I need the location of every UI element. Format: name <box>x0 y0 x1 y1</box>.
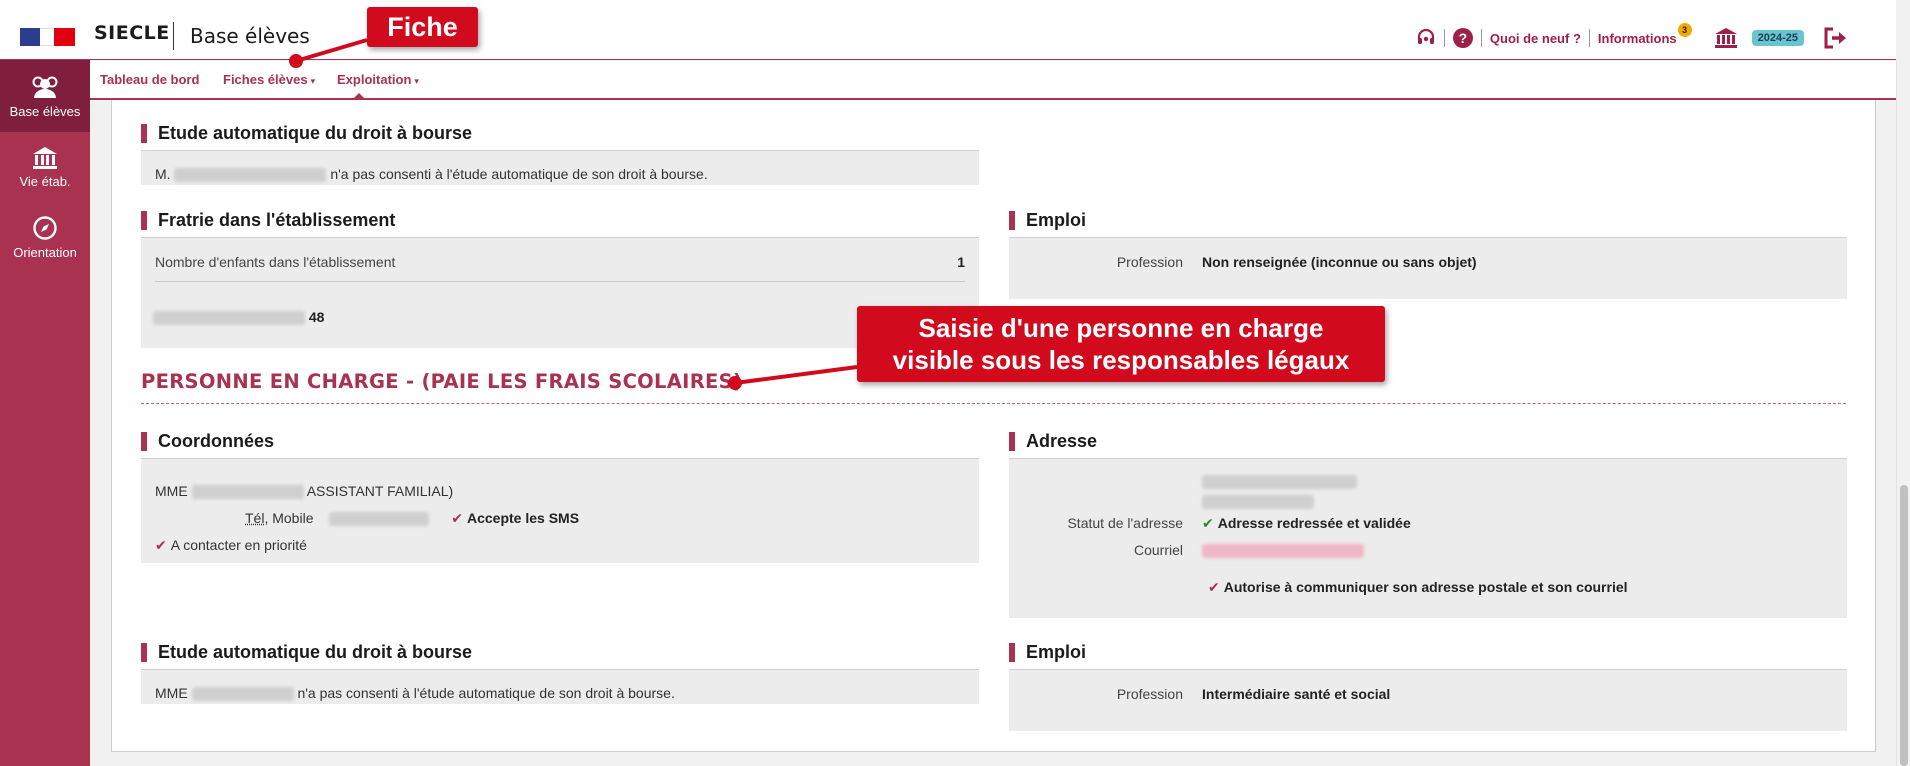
sidebar-item-label: Orientation <box>13 244 77 260</box>
tool-separator <box>1443 29 1445 47</box>
redacted-address-line <box>1202 475 1357 489</box>
check-icon: ✔ <box>1202 515 1214 531</box>
adresse-title: Adresse <box>1009 430 1097 452</box>
student-bourse-title: Etude automatique du droit à bourse <box>141 122 472 144</box>
autorise-text: Autorise à communiquer son adresse posta… <box>1223 579 1628 595</box>
sidebar-item-orientation[interactable]: Orientation <box>0 202 90 272</box>
nav-label: Fiches élèves <box>223 72 308 87</box>
tel-label: , Mobile <box>264 510 314 526</box>
help-icon[interactable]: ? <box>1452 28 1473 48</box>
page-scrollbar[interactable] <box>1896 60 1910 766</box>
personne-profession-value: Intermédiaire santé et social <box>1202 686 1391 702</box>
fratrie-panel: Nombre d'enfants dans l'établissement 1 … <box>141 237 979 348</box>
app-name: SIECLE <box>94 22 170 44</box>
student-bourse-text: n'a pas consenti à l'étude automatique d… <box>330 166 708 182</box>
nav-exploitation[interactable]: Exploitation ▾ <box>337 72 419 87</box>
personne-role: ASSISTANT FAMILIAL) <box>306 483 454 499</box>
student-emploi-title: Emploi <box>1009 209 1086 231</box>
active-nav-indicator <box>352 93 366 100</box>
student-emploi-panel: Profession Non renseignée (inconnue ou s… <box>1009 237 1847 299</box>
check-icon: ✔ <box>155 537 167 553</box>
fratrie-label: Nombre d'enfants dans l'établissement <box>155 254 396 270</box>
coordonnees-panel: MME ASSISTANT FAMILIAL) Tél, Mobile ✔ Acc… <box>141 458 979 563</box>
top-header: SIECLE Base élèves ? Quoi de neuf ? Info… <box>0 0 1896 60</box>
sms-consent: Accepte les SMS <box>467 510 580 526</box>
personne-annotation: Saisie d'une personne en charge visible … <box>857 306 1385 382</box>
sidebar-item-base-eleves[interactable]: Base élèves <box>0 60 90 132</box>
nav-tableau-de-bord[interactable]: Tableau de bord <box>100 72 199 87</box>
scrollbar-thumb[interactable] <box>1900 485 1908 766</box>
institution-icon[interactable] <box>1714 27 1738 49</box>
left-sidebar: Base élèves Vie étab. Orientation <box>0 60 90 766</box>
informations-count-badge: 3 <box>1677 23 1692 37</box>
tool-separator <box>1588 29 1590 47</box>
caret-down-icon: ▾ <box>310 76 316 86</box>
personne-profession-label: Profession <box>1116 686 1183 702</box>
school-year-badge[interactable]: 2024-25 <box>1751 30 1804 46</box>
redacted-address-line <box>1202 495 1314 509</box>
compass-icon <box>33 215 57 240</box>
personne-en-charge-heading: PERSONNE EN CHARGE - (PAIE LES FRAIS SCO… <box>141 370 743 393</box>
divider <box>155 281 965 282</box>
secondary-nav: Tableau de bord Fiches élèves ▾ Exploitat… <box>90 61 1896 100</box>
coordonnees-title: Coordonnées <box>141 430 274 452</box>
nav-label: Exploitation <box>337 72 412 87</box>
annotation-line: visible sous les responsables légaux <box>892 345 1350 375</box>
fiche-annotation: Fiche <box>367 7 478 47</box>
profession-label: Profession <box>1116 254 1183 270</box>
informations-link[interactable]: Informations <box>1598 31 1677 46</box>
redacted-phone <box>329 512 430 527</box>
institution-icon <box>33 146 57 169</box>
header-tools: ? Quoi de neuf ? Informations 3 2024-25 <box>1416 23 1896 52</box>
redacted-student-name <box>174 168 327 183</box>
module-name: Base élèves <box>190 24 310 48</box>
personne-civilite: MME <box>155 483 188 499</box>
statut-value: Adresse redressée et validée <box>1217 515 1411 531</box>
header-divider <box>173 22 174 50</box>
annotation-line: Saisie d'une personne en charge <box>918 313 1324 343</box>
redacted-sibling-name <box>153 311 305 326</box>
student-bourse-panel: M. n'a pas consenti à l'étude automatiqu… <box>141 150 979 185</box>
personne-bourse-text: n'a pas consenti à l'étude automatique d… <box>297 685 675 701</box>
priorite-text: A contacter en priorité <box>170 537 307 553</box>
profession-value: Non renseignée (inconnue ou sans objet) <box>1202 254 1477 270</box>
users-icon <box>32 76 58 98</box>
republique-flag-logo <box>20 28 75 46</box>
redacted-personne-name <box>191 687 294 702</box>
personne-emploi-panel: Profession Intermédiaire santé et social <box>1009 669 1847 731</box>
personne-bourse-panel: MME n'a pas consenti à l'étude automatiq… <box>141 669 979 704</box>
sidebar-item-vie-etab[interactable]: Vie étab. <box>0 132 90 202</box>
personne-emploi-title: Emploi <box>1009 641 1086 663</box>
student-civilite: M. <box>155 166 171 182</box>
check-icon: ✔ <box>451 510 463 526</box>
tool-separator <box>1480 29 1482 47</box>
redacted-personne-name <box>191 485 304 500</box>
redacted-email <box>1202 544 1364 559</box>
fratrie-title: Fratrie dans l'établissement <box>141 209 395 231</box>
quoi-de-neuf-link[interactable]: Quoi de neuf ? <box>1490 31 1581 46</box>
headset-icon[interactable] <box>1416 28 1436 48</box>
personne-bourse-title: Etude automatique du droit à bourse <box>141 641 472 663</box>
adresse-panel: Statut de l'adresse ✔ Adresse redressée e… <box>1009 458 1847 618</box>
caret-down-icon: ▾ <box>414 76 419 86</box>
nav-fiches-eleves[interactable]: Fiches élèves ▾ <box>223 72 315 87</box>
courriel-label: Courriel <box>1133 542 1183 558</box>
tel-label-abbr: Tél <box>245 510 265 526</box>
check-icon: ✔ <box>1208 579 1220 595</box>
logout-icon[interactable] <box>1824 27 1848 49</box>
personne-bourse-civilite: MME <box>155 685 188 701</box>
sibling-class: 48 <box>308 309 325 325</box>
sidebar-item-label: Base élèves <box>9 103 81 119</box>
statut-label: Statut de l'adresse <box>1067 515 1183 531</box>
fratrie-count: 1 <box>957 254 965 270</box>
heading-divider <box>141 403 1846 404</box>
sidebar-item-label: Vie étab. <box>19 173 71 189</box>
